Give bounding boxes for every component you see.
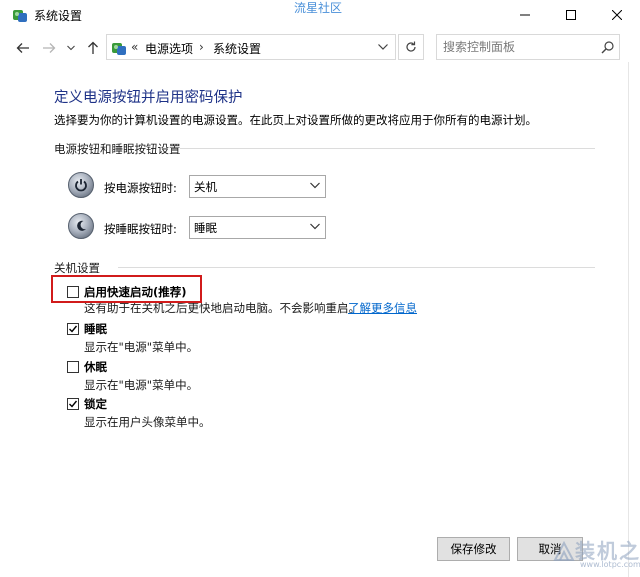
lock-checkbox[interactable]	[67, 398, 79, 410]
arrow-up-icon	[88, 41, 98, 54]
hibernate-option-label[interactable]: 休眠	[84, 359, 107, 375]
hibernate-option-description: 显示在"电源"菜单中。	[84, 378, 199, 392]
power-button-select[interactable]: 关机	[189, 175, 326, 198]
checkmark-icon	[69, 400, 78, 408]
control-panel-icon	[112, 43, 126, 55]
close-button[interactable]	[594, 0, 640, 30]
watermark-top: 流星社区	[294, 1, 343, 15]
maximize-button[interactable]	[548, 0, 594, 30]
back-button[interactable]	[12, 38, 34, 58]
section-divider	[118, 267, 595, 268]
refresh-button[interactable]	[398, 34, 424, 60]
checkmark-icon	[69, 325, 78, 333]
arrow-left-icon	[16, 43, 29, 53]
close-icon	[612, 10, 622, 20]
sleep-button-value: 睡眠	[194, 221, 217, 235]
sleep-button-icon	[68, 213, 94, 239]
search-box[interactable]	[436, 34, 620, 60]
sleep-option-label[interactable]: 睡眠	[84, 321, 107, 337]
power-symbol-icon	[75, 179, 87, 192]
shutdown-section-title: 关机设置	[54, 261, 100, 275]
up-button[interactable]	[82, 38, 104, 58]
chevron-down-icon	[310, 182, 320, 189]
sleep-button-label: 按睡眠按钮时:	[104, 222, 177, 236]
chevron-down-icon	[378, 44, 388, 50]
power-button-label: 按电源按钮时:	[104, 181, 177, 195]
sleep-button-select[interactable]: 睡眠	[189, 216, 326, 239]
page-description: 选择要为你的计算机设置的电源设置。在此页上对设置所做的更改将应用于你所有的电源计…	[54, 113, 537, 127]
watermark-logo-icon	[553, 540, 575, 561]
section-divider	[180, 148, 595, 149]
lock-option-label[interactable]: 锁定	[84, 396, 107, 412]
window-title: 系统设置	[34, 9, 83, 23]
content-border	[628, 62, 629, 577]
sleep-option-description: 显示在"电源"菜单中。	[84, 340, 199, 354]
sleep-checkbox[interactable]	[67, 323, 79, 335]
hibernate-checkbox[interactable]	[67, 361, 79, 373]
breadcrumb-separator[interactable]: ›	[199, 40, 204, 54]
save-changes-button[interactable]: 保存修改	[437, 537, 510, 561]
arrow-right-icon	[43, 43, 56, 53]
address-dropdown-button[interactable]	[375, 39, 391, 55]
power-button-icon	[68, 172, 94, 198]
control-panel-icon	[13, 10, 27, 22]
chevron-down-icon	[310, 223, 320, 230]
breadcrumb-overflow[interactable]: «	[131, 40, 138, 54]
learn-more-link[interactable]: 了解更多信息	[348, 300, 417, 316]
search-input[interactable]	[443, 38, 593, 56]
maximize-icon	[566, 10, 576, 20]
breadcrumb-power-options[interactable]: 电源选项	[145, 40, 193, 57]
breadcrumb-system-settings[interactable]: 系统设置	[213, 40, 261, 57]
power-button-value: 关机	[194, 180, 217, 194]
minimize-button[interactable]	[502, 0, 548, 30]
search-icon[interactable]	[601, 40, 615, 54]
watermark-url: www.lotpc.com	[580, 560, 640, 569]
power-section-title: 电源按钮和睡眠按钮设置	[54, 142, 181, 156]
minimize-icon	[520, 14, 530, 16]
address-bar[interactable]: « 电源选项 › 系统设置	[106, 34, 396, 60]
forward-button[interactable]	[38, 38, 60, 58]
lock-option-description: 显示在用户头像菜单中。	[84, 415, 211, 429]
highlight-annotation	[51, 275, 202, 303]
refresh-icon	[406, 41, 416, 52]
recent-locations-button[interactable]	[64, 38, 78, 58]
page-title: 定义电源按钮并启用密码保护	[54, 90, 243, 106]
moon-icon	[77, 220, 86, 231]
chevron-down-icon	[67, 45, 75, 51]
